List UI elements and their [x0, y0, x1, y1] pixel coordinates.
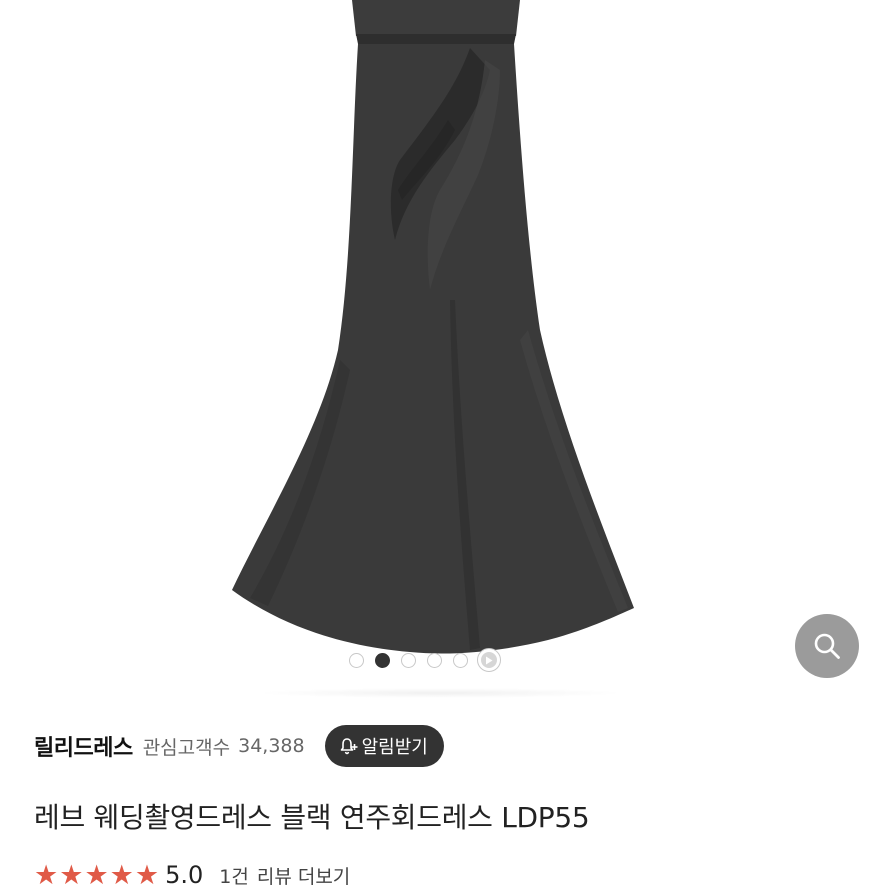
- seller-name[interactable]: 릴리드레스: [34, 730, 133, 762]
- image-floor-shadow: [255, 688, 625, 698]
- bell-plus-icon: [340, 738, 358, 755]
- seller-row: 릴리드레스 관심고객수 34,388 알림받기: [34, 722, 854, 770]
- product-image: [232, 0, 634, 654]
- fans-label: 관심고객수: [142, 736, 231, 759]
- review-more-link[interactable]: 리뷰 더보기: [257, 862, 350, 889]
- search-button[interactable]: [795, 614, 859, 678]
- search-icon: [814, 633, 840, 659]
- product-title: 레브 웨딩촬영드레스 블랙 연주회드레스 LDP55: [34, 801, 590, 834]
- star-icon: ★: [134, 859, 160, 891]
- pagination-dot-active[interactable]: [375, 652, 390, 668]
- star-icon: ★: [59, 859, 84, 891]
- image-pagination: [349, 648, 501, 672]
- alert-subscribe-button[interactable]: 알림받기: [324, 725, 444, 767]
- pagination-dot[interactable]: [427, 652, 442, 668]
- star-icon: ★: [34, 859, 59, 891]
- star-icon: ★: [84, 859, 109, 891]
- product-image-gallery[interactable]: [0, 0, 879, 700]
- pagination-dot[interactable]: [349, 652, 364, 668]
- pagination-dot[interactable]: [401, 652, 416, 668]
- alert-button-label: 알림받기: [361, 737, 428, 758]
- fans-count: 34,388: [238, 735, 305, 757]
- rating-stars: ★ ★ ★ ★ ★: [34, 862, 159, 889]
- pagination-video-dot[interactable]: [477, 648, 501, 672]
- star-icon: ★: [109, 859, 134, 891]
- pagination-dot[interactable]: [453, 652, 468, 668]
- play-icon: [481, 652, 497, 668]
- rating-row[interactable]: ★ ★ ★ ★ ★ 5.0 1건 리뷰 더보기: [34, 858, 350, 892]
- review-count[interactable]: 1건: [219, 862, 249, 889]
- rating-score: 5.0: [165, 861, 204, 889]
